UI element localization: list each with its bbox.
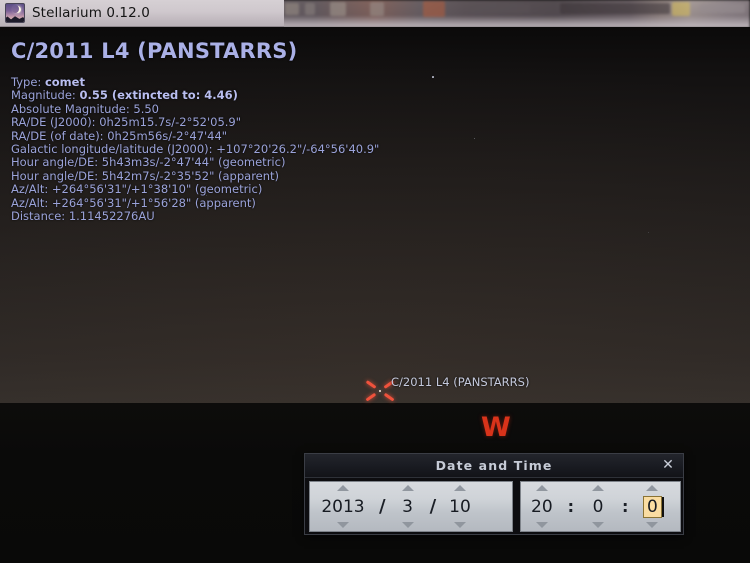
date-spinbox-group[interactable]: 2013 / 3 / 10: [309, 481, 513, 532]
second-decrement-icon[interactable]: [646, 522, 659, 528]
info-value: +264°56'31"/+1°38'10" (geometric): [51, 182, 263, 197]
info-label: Type:: [11, 75, 42, 89]
info-label: Hour angle/DE:: [11, 168, 99, 183]
hour-decrement-icon[interactable]: [535, 522, 548, 528]
day-increment-icon[interactable]: [453, 485, 466, 491]
info-value: 0h25m56s/-2°47'44": [107, 128, 228, 143]
window-titlebar[interactable]: Stellarium 0.12.0: [0, 0, 284, 27]
date-separator: /: [379, 495, 386, 517]
time-spinbox-group[interactable]: 20 : 0 : 0: [520, 481, 681, 532]
minute-decrement-icon[interactable]: [592, 522, 605, 528]
date-time-dialog[interactable]: Date and Time ✕ 2013 / 3 / 10 20: 0: 0: [304, 453, 684, 535]
info-value: 1.11452276AU: [68, 209, 155, 224]
comet-sky-label: C/2011 L4 (PANSTARRS): [391, 375, 530, 389]
selection-dash: [383, 392, 395, 402]
year-stepper[interactable]: 2013: [316, 482, 370, 531]
second-stepper[interactable]: 0: [639, 482, 665, 531]
second-increment-icon[interactable]: [646, 485, 659, 491]
year-increment-icon[interactable]: [337, 485, 349, 491]
info-label: Hour angle/DE:: [11, 155, 99, 170]
info-label: RA/DE (of date):: [11, 128, 104, 143]
selection-dash: [365, 392, 377, 402]
date-separator: /: [429, 495, 437, 517]
dialog-title: Date and Time: [435, 458, 553, 473]
dialog-titlebar[interactable]: Date and Time ✕: [305, 454, 683, 478]
day-stepper[interactable]: 10: [445, 482, 475, 531]
info-line: Az/Alt: +264°56'31"/+1°38'10" (geometric…: [11, 183, 379, 196]
cardinal-point-west: W: [481, 412, 511, 443]
hour-stepper[interactable]: 20: [527, 482, 557, 531]
star: [432, 76, 434, 78]
info-value: +264°56'31"/+1°56'28" (apparent): [51, 195, 256, 210]
second-value[interactable]: 0: [643, 495, 664, 518]
day-value[interactable]: 10: [445, 497, 475, 517]
info-value: 5h43m3s/-2°47'44" (geometric): [101, 155, 286, 170]
minute-stepper[interactable]: 0: [585, 482, 611, 531]
info-label: Az/Alt:: [11, 195, 49, 210]
month-value[interactable]: 3: [398, 497, 417, 517]
dialog-body: 2013 / 3 / 10 20: 0: 0: [305, 478, 683, 536]
object-info-lines: Type: comet Magnitude: 0.55 (extincted t…: [11, 75, 380, 224]
info-value: +107°20'26.2"/-64°56'40.9": [216, 142, 380, 157]
stellarium-window: Stellarium 0.12.0 C/2011 L4 (PANSTARRS) …: [0, 0, 750, 563]
info-label: Absolute Magnitude:: [11, 101, 130, 116]
month-stepper[interactable]: 3: [395, 482, 421, 531]
window-title: Stellarium 0.12.0: [32, 5, 150, 21]
info-label: RA/DE (J2000):: [11, 115, 96, 130]
hour-increment-icon[interactable]: [535, 485, 548, 491]
info-value: 5.50: [133, 101, 159, 116]
info-value: comet: [44, 75, 85, 89]
selection-dash: [365, 380, 377, 390]
info-line: Distance: 1.11452276AU: [11, 209, 379, 224]
month-decrement-icon[interactable]: [401, 522, 414, 528]
year-value[interactable]: 2013: [317, 497, 368, 517]
hour-value[interactable]: 20: [527, 497, 557, 517]
time-separator: :: [622, 496, 629, 516]
close-icon[interactable]: ✕: [659, 456, 677, 474]
star: [648, 232, 650, 234]
minute-increment-icon[interactable]: [592, 485, 605, 491]
year-decrement-icon[interactable]: [337, 522, 349, 528]
info-line: RA/DE (J2000): 0h25m15.7s/-2°52'05.9": [11, 116, 379, 129]
mountain-silhouette-shape: [6, 16, 24, 22]
time-separator: :: [567, 496, 575, 516]
object-info-panel: C/2011 L4 (PANSTARRS) Type: comet Magnit…: [11, 38, 379, 223]
object-name: C/2011 L4 (PANSTARRS): [11, 39, 298, 63]
info-line: Hour angle/DE: 5h43m3s/-2°47'44" (geomet…: [11, 156, 379, 169]
info-label: Az/Alt:: [11, 182, 49, 197]
day-decrement-icon[interactable]: [453, 522, 466, 528]
crescent-moon-shape: [12, 4, 21, 13]
month-increment-icon[interactable]: [401, 485, 414, 491]
info-value: 0.55 (extincted to: 4.46): [79, 88, 238, 103]
screen: Stellarium 0.12.0 C/2011 L4 (PANSTARRS) …: [0, 0, 750, 563]
info-value: 0h25m15.7s/-2°52'05.9": [99, 115, 242, 130]
info-value: 5h42m7s/-2°35'52" (apparent): [101, 168, 280, 183]
info-label: Magnitude:: [11, 88, 76, 103]
minute-value[interactable]: 0: [589, 497, 608, 517]
info-label: Galactic longitude/latitude (J2000):: [11, 142, 213, 157]
stellarium-moon-icon: [5, 3, 25, 23]
info-label: Distance:: [11, 209, 66, 224]
info-line: Magnitude: 0.55 (extincted to: 4.46): [11, 89, 379, 102]
star: [474, 138, 476, 140]
